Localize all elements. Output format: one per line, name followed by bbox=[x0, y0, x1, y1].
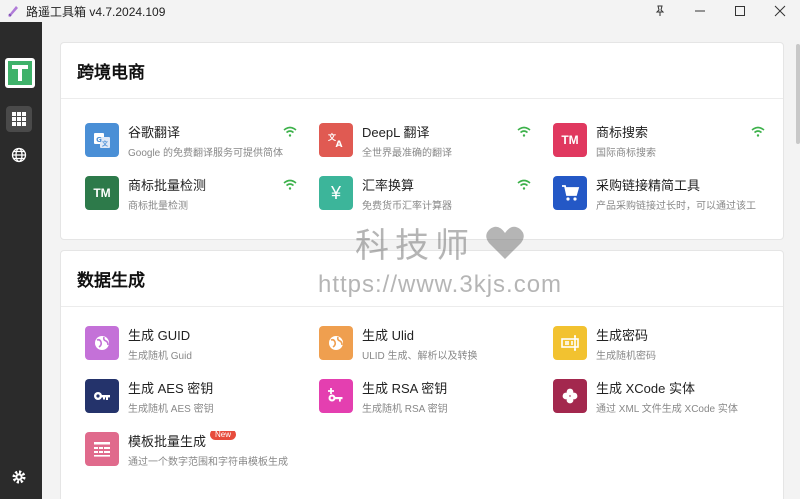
tool-description: Google 的免费翻译服务可提供简体 bbox=[128, 147, 284, 159]
trademark-icon: TM bbox=[553, 123, 587, 157]
tool-description: 生成随机 AES 密钥 bbox=[128, 403, 214, 415]
online-status-icon bbox=[283, 179, 297, 190]
tool-description: 国际商标搜索 bbox=[596, 147, 656, 159]
tool-description: 通过一个数字范围和字符串模板生成 bbox=[128, 456, 288, 468]
tool-generate-password[interactable]: 生成密码 生成随机密码 bbox=[553, 323, 773, 363]
section-title: 跨境电商 bbox=[77, 63, 145, 82]
tool-google-translate[interactable]: G文 谷歌翻译 Google 的免费翻译服务可提供简体 bbox=[85, 120, 305, 160]
close-button[interactable] bbox=[760, 0, 800, 22]
section-header: 跨境电商 bbox=[61, 43, 783, 99]
online-status-icon bbox=[283, 126, 297, 137]
tool-template-batch-generate[interactable]: 模板批量生成 New 通过一个数字范围和字符串模板生成 bbox=[85, 429, 305, 469]
tool-name: 商标批量检测 bbox=[128, 177, 207, 193]
main-content: 跨境电商 G文 谷歌翻译 Google 的免费翻译服务可提供简体 文A Deep… bbox=[42, 22, 800, 499]
title-bar: 路遥工具箱 v4.7.2024.109 bbox=[0, 0, 800, 22]
app-logo-icon bbox=[8, 6, 18, 17]
minimize-button[interactable] bbox=[680, 0, 720, 22]
tool-generate-ulid[interactable]: 生成 Ulid ULID 生成、解析以及转换 bbox=[319, 323, 539, 363]
sidebar-item-web[interactable] bbox=[6, 142, 32, 168]
maximize-icon bbox=[735, 6, 745, 16]
tool-description: 生成随机密码 bbox=[596, 350, 656, 362]
yen-icon: ¥ bbox=[319, 176, 353, 210]
tool-description: 生成随机 RSA 密钥 bbox=[362, 403, 448, 415]
pin-icon bbox=[655, 5, 665, 16]
window-controls bbox=[640, 0, 800, 22]
tool-trademark-batch-check[interactable]: TM 商标批量检测 商标批量检测 bbox=[85, 173, 305, 213]
tool-name: 汇率换算 bbox=[362, 177, 415, 193]
tool-name: 商标搜索 bbox=[596, 124, 649, 140]
tool-description: 全世界最准确的翻译 bbox=[362, 147, 452, 159]
password-icon bbox=[553, 326, 587, 360]
trademark-icon: TM bbox=[85, 176, 119, 210]
key-plus-icon bbox=[319, 379, 353, 413]
section-cross-border: 跨境电商 G文 谷歌翻译 Google 的免费翻译服务可提供简体 文A Deep… bbox=[60, 42, 784, 240]
sidebar bbox=[0, 22, 42, 499]
tool-name: 模板批量生成 bbox=[128, 433, 207, 449]
tool-name: DeepL 翻译 bbox=[362, 124, 430, 140]
pin-button[interactable] bbox=[640, 0, 680, 22]
apps-grid-icon bbox=[12, 112, 26, 126]
globe-icon bbox=[85, 326, 119, 360]
tool-generate-xcode-entity[interactable]: 生成 XCode 实体 通过 XML 文件生成 XCode 实体 bbox=[553, 376, 773, 416]
tool-name: 生成 XCode 实体 bbox=[596, 380, 695, 396]
tool-name: 生成 AES 密钥 bbox=[128, 380, 214, 396]
gear-icon bbox=[12, 470, 26, 484]
tool-description: 通过 XML 文件生成 XCode 实体 bbox=[596, 403, 738, 415]
clover-icon bbox=[553, 379, 587, 413]
section-title: 数据生成 bbox=[77, 271, 145, 290]
online-status-icon bbox=[751, 126, 765, 137]
section-data-generation: 数据生成 生成 GUID 生成随机 Guid 生成 Ulid ULID 生成、解… bbox=[60, 250, 784, 499]
tool-name: 谷歌翻译 bbox=[128, 124, 181, 140]
online-status-icon bbox=[517, 179, 531, 190]
maximize-button[interactable] bbox=[720, 0, 760, 22]
close-icon bbox=[774, 5, 786, 17]
tool-generate-rsa-key[interactable]: 生成 RSA 密钥 生成随机 RSA 密钥 bbox=[319, 376, 539, 416]
app-logo bbox=[5, 58, 35, 88]
tool-purchase-link-shortener[interactable]: 采购链接精简工具 产品采购链接过长时，可以通过该工 bbox=[553, 173, 773, 213]
google-translate-icon: G文 bbox=[85, 123, 119, 157]
tool-name: 生成密码 bbox=[596, 327, 649, 343]
tool-description: 免费货币汇率计算器 bbox=[362, 200, 452, 212]
new-badge: New bbox=[210, 430, 237, 440]
tool-generate-guid[interactable]: 生成 GUID 生成随机 Guid bbox=[85, 323, 305, 363]
key-icon bbox=[85, 379, 119, 413]
globe-icon bbox=[11, 147, 27, 163]
globe-icon bbox=[319, 326, 353, 360]
tool-description: 生成随机 Guid bbox=[128, 350, 192, 362]
tool-name: 生成 GUID bbox=[128, 327, 191, 343]
tool-description: 产品采购链接过长时，可以通过该工 bbox=[596, 200, 756, 212]
minimize-icon bbox=[695, 10, 705, 12]
tool-description: ULID 生成、解析以及转换 bbox=[362, 350, 478, 362]
logo-mark-icon bbox=[8, 61, 32, 85]
section-header: 数据生成 bbox=[61, 251, 783, 307]
cart-icon bbox=[553, 176, 587, 210]
tool-deepl-translate[interactable]: 文A DeepL 翻译 全世界最准确的翻译 bbox=[319, 120, 539, 160]
window-title: 路遥工具箱 v4.7.2024.109 bbox=[26, 4, 166, 19]
tool-trademark-search[interactable]: TM 商标搜索 国际商标搜索 bbox=[553, 120, 773, 160]
translate-icon: 文A bbox=[319, 123, 353, 157]
svg-text:文: 文 bbox=[101, 140, 109, 148]
svg-text:A: A bbox=[336, 140, 343, 150]
template-icon bbox=[85, 432, 119, 466]
tool-generate-aes-key[interactable]: 生成 AES 密钥 生成随机 AES 密钥 bbox=[85, 376, 305, 416]
sidebar-item-apps[interactable] bbox=[6, 106, 32, 132]
tool-name: 生成 RSA 密钥 bbox=[362, 380, 448, 396]
tool-name: 采购链接精简工具 bbox=[596, 177, 701, 193]
tool-description: 商标批量检测 bbox=[128, 200, 188, 212]
tool-name-row: 模板批量生成 New bbox=[128, 430, 304, 450]
scrollbar[interactable] bbox=[796, 44, 800, 144]
online-status-icon bbox=[517, 126, 531, 137]
tool-name: 生成 Ulid bbox=[362, 327, 415, 343]
tool-exchange-rate[interactable]: ¥ 汇率换算 免费货币汇率计算器 bbox=[319, 173, 539, 213]
sidebar-settings[interactable] bbox=[6, 464, 32, 490]
